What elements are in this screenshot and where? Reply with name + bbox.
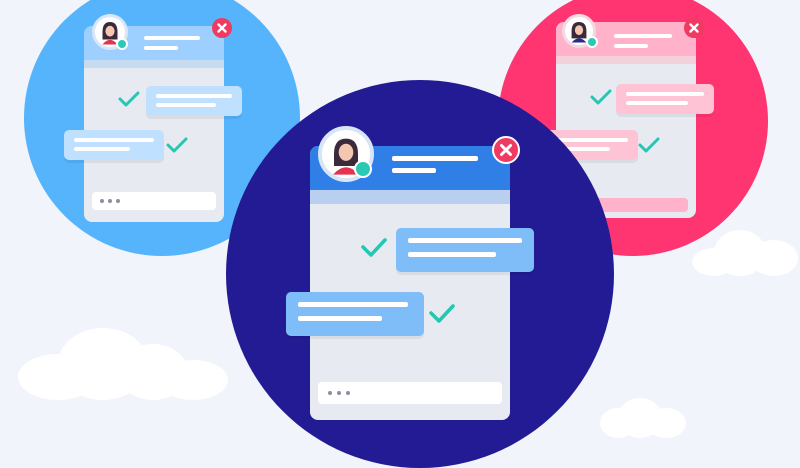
bubble-line	[74, 138, 154, 142]
center-message-input[interactable]	[318, 382, 502, 404]
bubble-line	[408, 252, 496, 257]
right-close-icon[interactable]	[684, 18, 704, 38]
right-header-line	[614, 34, 672, 38]
check-icon	[118, 90, 140, 108]
bubble-line	[408, 238, 522, 243]
left-chat-window	[84, 26, 224, 222]
typing-dot	[337, 391, 341, 395]
bubble-line	[626, 101, 688, 105]
check-icon	[166, 136, 188, 154]
typing-dot	[108, 199, 112, 203]
bubble-line	[156, 94, 232, 98]
cloud-right	[692, 226, 800, 276]
center-message-received	[396, 228, 534, 272]
right-header-line-short	[614, 44, 648, 48]
cloud-bottom-left	[18, 320, 228, 400]
typing-dot	[328, 391, 332, 395]
right-header-strip	[556, 56, 696, 64]
center-header-strip	[310, 190, 510, 204]
left-header-line-short	[144, 46, 178, 50]
right-status-dot	[586, 36, 598, 48]
center-header-line	[392, 156, 478, 161]
check-icon	[638, 136, 660, 154]
typing-dot	[116, 199, 120, 203]
center-message-sent	[286, 292, 424, 336]
check-icon	[590, 88, 612, 106]
bubble-line	[298, 302, 408, 307]
center-status-dot	[354, 160, 372, 178]
bubble-line	[298, 316, 382, 321]
left-status-dot	[116, 38, 128, 50]
left-message-input[interactable]	[92, 192, 216, 210]
bubble-line	[74, 147, 130, 151]
bubble-line	[156, 103, 216, 107]
center-header-line-short	[392, 168, 436, 173]
bubble-line	[556, 138, 628, 142]
typing-dot	[346, 391, 350, 395]
left-message-sent	[64, 130, 164, 160]
check-icon	[360, 236, 388, 258]
left-header-strip	[84, 60, 224, 68]
center-chat-window	[310, 146, 510, 420]
cloud-bottom-right	[600, 398, 690, 438]
check-icon	[428, 302, 456, 324]
right-message-received	[616, 84, 714, 114]
typing-dot	[100, 199, 104, 203]
left-header-line	[144, 36, 200, 40]
left-close-icon[interactable]	[212, 18, 232, 38]
center-close-icon[interactable]	[492, 136, 520, 164]
bubble-line	[626, 92, 704, 96]
left-message-received	[146, 86, 242, 116]
